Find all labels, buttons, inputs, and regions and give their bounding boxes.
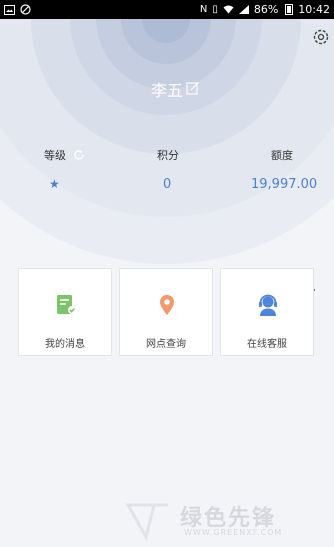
clock: 10:42 bbox=[298, 3, 330, 16]
settings-gear-icon[interactable] bbox=[311, 27, 331, 47]
nfc-icon: N bbox=[199, 3, 208, 15]
quota-label: 额度 bbox=[271, 149, 293, 162]
wifi-icon bbox=[223, 5, 234, 14]
customer-service-icon bbox=[259, 294, 277, 316]
account-stats: 等级 积分 额度 ★ 0 19,997.00 bbox=[0, 143, 334, 203]
battery-percent: 86% bbox=[253, 3, 279, 16]
vibrate-icon: ▯ bbox=[212, 3, 218, 15]
status-bar: N ▯ 86% 10:42 bbox=[0, 0, 334, 19]
feature-cards: 我的消息 网点查询 在线客服 bbox=[18, 268, 314, 356]
card-label: 在线客服 bbox=[247, 339, 287, 350]
level-stars: ★ bbox=[49, 177, 60, 191]
profile-header: 李五 等级 积分 额度 ★ 0 19,997.00 bbox=[0, 19, 334, 264]
quota-value: 19,997.00 bbox=[251, 177, 318, 192]
user-name: 李五 bbox=[150, 81, 183, 100]
points-label: 积分 bbox=[157, 149, 179, 162]
signal-icon bbox=[238, 5, 249, 14]
points-value: 0 bbox=[163, 177, 172, 192]
edit-icon[interactable] bbox=[186, 81, 200, 95]
no-sync-icon bbox=[20, 4, 31, 15]
refresh-icon[interactable] bbox=[73, 149, 85, 161]
header-background-circles bbox=[0, 19, 334, 264]
location-pin-icon bbox=[160, 295, 174, 315]
card-branch-lookup[interactable]: 网点查询 bbox=[119, 268, 213, 356]
card-online-service[interactable]: 在线客服 bbox=[220, 268, 314, 356]
gallery-icon bbox=[4, 4, 15, 15]
card-my-messages[interactable]: 我的消息 bbox=[18, 268, 112, 356]
battery-icon bbox=[285, 4, 294, 15]
card-label: 网点查询 bbox=[146, 339, 186, 350]
card-label: 我的消息 bbox=[45, 339, 85, 350]
level-label: 等级 bbox=[44, 149, 66, 162]
message-icon bbox=[57, 295, 76, 314]
status-bar-left bbox=[4, 4, 31, 15]
status-bar-right: N ▯ 86% 10:42 bbox=[200, 3, 330, 16]
watermark-subtitle: WWW.GREENXF.COM bbox=[184, 528, 283, 537]
